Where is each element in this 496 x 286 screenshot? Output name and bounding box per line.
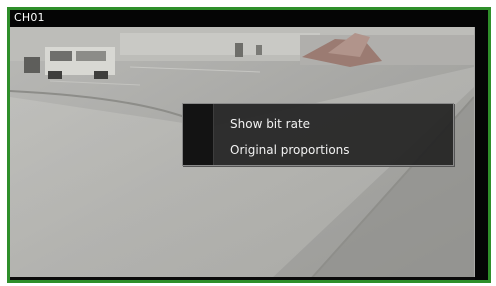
- right-edge-bar: [475, 27, 488, 280]
- channel-label: CH01: [14, 11, 45, 24]
- menu-item-show-bit-rate[interactable]: Show bit rate: [230, 117, 310, 132]
- menu-icon-gutter: [183, 104, 214, 165]
- menu-item-original-proportions[interactable]: Original proportions: [230, 143, 350, 158]
- context-menu: Show bit rate Original proportions: [182, 103, 454, 166]
- camera-view-window[interactable]: CH01 Show bit rate Original proportions: [7, 7, 491, 283]
- camera-title-bar: CH01: [10, 10, 488, 27]
